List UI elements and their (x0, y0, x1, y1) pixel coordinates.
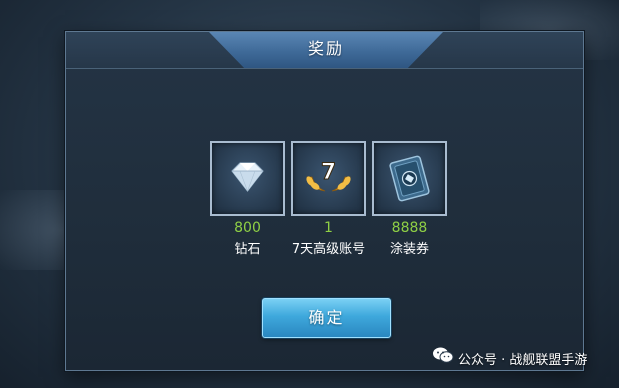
reward-slot[interactable] (210, 141, 285, 216)
reward-item-camouflage[interactable]: 8888 涂装券 (372, 141, 447, 259)
reward-name: 7天高级账号 (291, 242, 366, 257)
reward-quantity: 8888 (391, 220, 428, 236)
reward-slot[interactable]: 7 (291, 141, 366, 216)
reward-dialog: 奖励 800 钻石 7 1 7天高级账号 8888 涂装券 确定 (65, 31, 584, 371)
reward-quantity: 1 (324, 220, 333, 236)
camouflage-ticket-icon (389, 155, 430, 202)
premium-7-days-icon: 7 (306, 160, 351, 192)
reward-quantity: 800 (234, 220, 261, 236)
confirm-button[interactable]: 确定 (262, 298, 391, 338)
watermark-text: 公众号 · 战舰联盟手游 (458, 353, 588, 368)
wechat-icon (432, 346, 454, 375)
premium-badge-number: 7 (321, 160, 336, 185)
reward-name: 涂装券 (389, 242, 429, 257)
watermark: 公众号 · 战舰联盟手游 (432, 346, 587, 374)
dialog-title: 奖励 (307, 39, 344, 58)
reward-item-premium[interactable]: 7 1 7天高级账号 (291, 141, 366, 259)
reward-name: 钻石 (234, 242, 261, 257)
reward-list: 800 钻石 7 1 7天高级账号 8888 涂装券 (209, 141, 449, 271)
diamond-icon (231, 162, 264, 192)
reward-slot[interactable] (372, 141, 447, 216)
reward-item-diamond[interactable]: 800 钻石 (210, 141, 285, 259)
